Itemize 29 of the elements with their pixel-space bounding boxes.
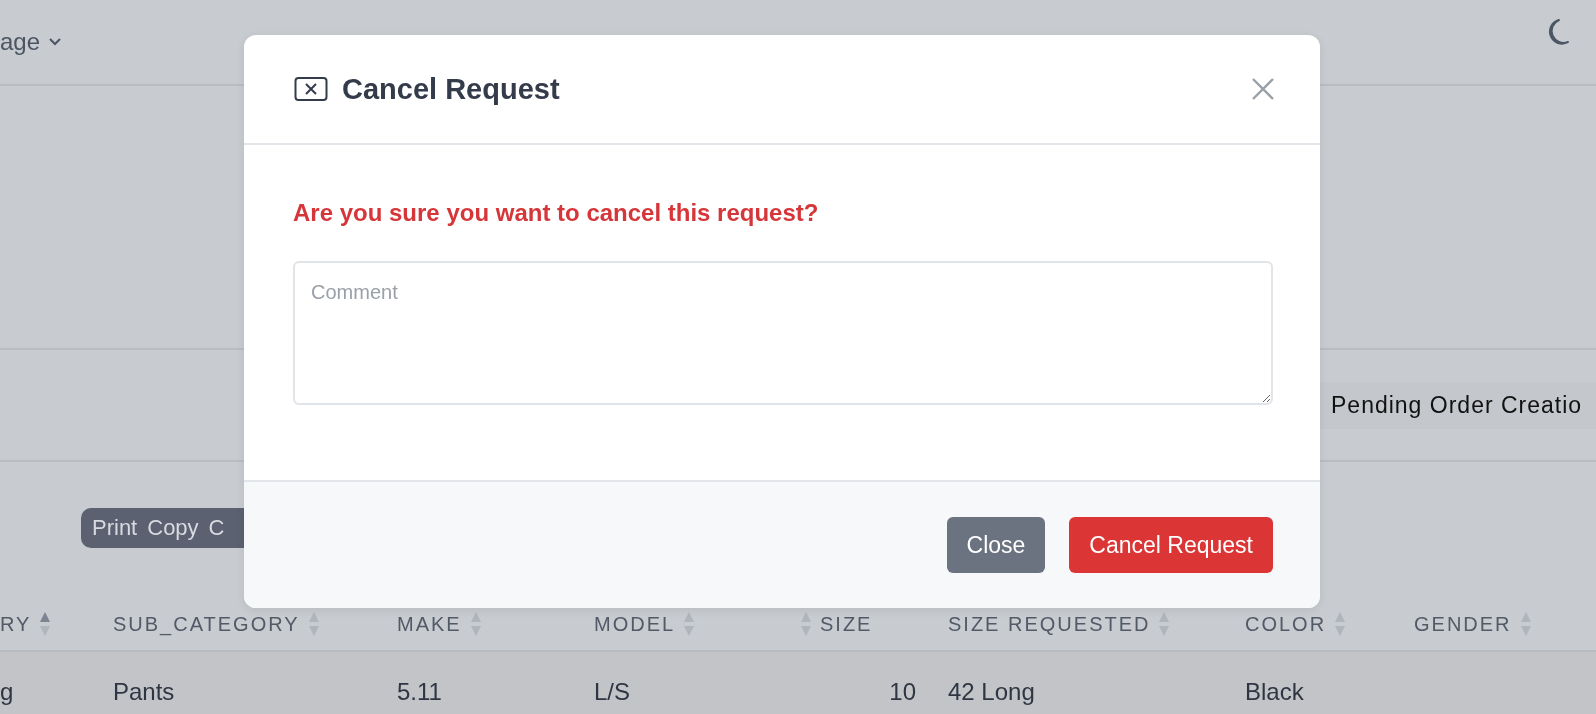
close-button[interactable]: Close xyxy=(946,517,1046,573)
chevron-down-icon xyxy=(48,37,63,47)
column-label[interactable]: COLOR xyxy=(1245,612,1327,636)
table-cell: Black xyxy=(1245,678,1304,705)
close-button[interactable] xyxy=(1250,76,1276,102)
column-label[interactable]: SUB_CATEGORY xyxy=(113,612,300,636)
confirm-message: Are you sure you want to cancel this request? xyxy=(293,199,820,227)
column-label[interactable]: RY xyxy=(0,612,32,636)
toolbar-button[interactable]: Print xyxy=(87,515,143,541)
status-badge: Pending Order Creatio xyxy=(1319,381,1596,429)
table-cell: 5.11 xyxy=(397,678,442,705)
column-label[interactable]: SIZE REQUESTED xyxy=(948,612,1151,636)
table-cell: g xyxy=(0,678,14,705)
page-menu[interactable]: age xyxy=(0,28,63,56)
column-label[interactable]: MAKE xyxy=(397,612,462,636)
dialog-title: Cancel Request xyxy=(342,72,561,106)
column-label[interactable]: MODEL xyxy=(594,612,676,636)
comment-field[interactable]: Comment xyxy=(293,261,1273,405)
x-square-icon xyxy=(294,76,328,102)
table-cell: 42 Long xyxy=(948,678,1035,705)
table-cell: 10 xyxy=(889,678,916,705)
cancel-request-button[interactable]: Cancel Request xyxy=(1069,517,1273,573)
column-label[interactable]: GENDER xyxy=(1414,612,1512,636)
close-icon xyxy=(1250,76,1276,102)
toolbar-button[interactable]: C xyxy=(203,515,230,541)
toolbar-button[interactable]: Copy xyxy=(142,515,204,541)
table-cell: L/S xyxy=(594,678,631,705)
column-label[interactable]: SIZE xyxy=(820,612,873,636)
table-cell: Pants xyxy=(113,678,175,705)
